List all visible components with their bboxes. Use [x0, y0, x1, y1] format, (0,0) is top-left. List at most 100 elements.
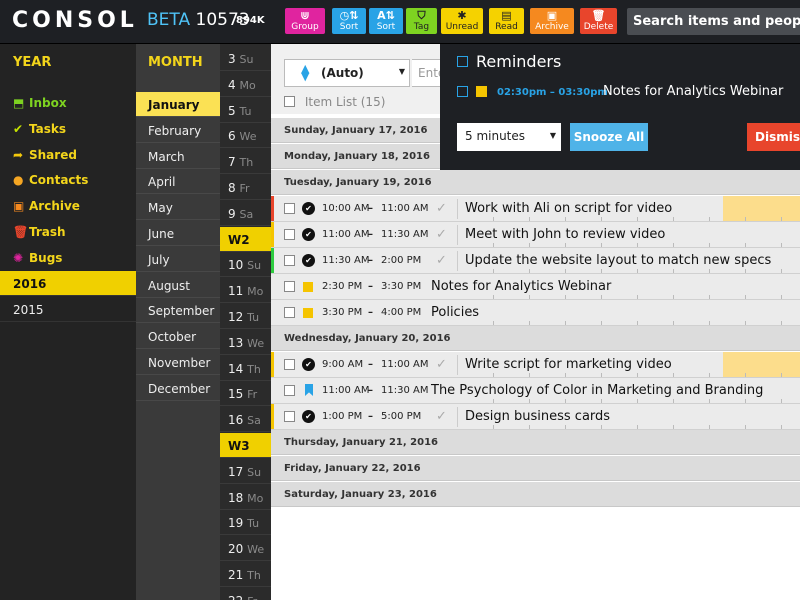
select-all-checkbox[interactable]	[284, 96, 295, 107]
item-checkbox[interactable]	[284, 385, 295, 396]
complete-icon[interactable]: ✓	[436, 357, 447, 372]
day-item[interactable]: 11 Mo	[220, 278, 271, 304]
toolbar-archive-button[interactable]: ▣ Archive	[530, 8, 574, 34]
list-item[interactable]: ✔ 11:30 AM –2:00 PM ✓ Update the website lay…	[271, 248, 800, 274]
sidebar-item-contacts[interactable]: ● Contacts	[0, 167, 136, 193]
end-time: 4:00 PM	[381, 307, 422, 318]
month-item-november[interactable]: November	[136, 350, 220, 375]
day-weekday: We	[247, 543, 265, 557]
search-input[interactable]: Search items and people...	[627, 8, 800, 35]
item-checkbox[interactable]	[284, 255, 295, 266]
sidebar-item-tasks[interactable]: ✔ Tasks	[0, 116, 136, 142]
day-item[interactable]: 20 We	[220, 536, 271, 562]
item-title[interactable]: The Psychology of Color in Marketing and…	[431, 383, 763, 398]
item-title[interactable]: Update the website layout to match new s…	[465, 253, 771, 268]
toolbar-tag-button[interactable]: ⛉ Tag	[406, 8, 437, 34]
reminder-item-checkbox[interactable]	[457, 86, 468, 97]
day-item[interactable]: 10 Su	[220, 252, 271, 278]
complete-icon[interactable]: ✓	[436, 409, 447, 424]
dismiss-button[interactable]: Dismiss	[747, 123, 800, 151]
toolbar-button-label: Delete	[583, 22, 614, 32]
toolbar-sort-button[interactable]: A⇅ Sort	[369, 8, 403, 34]
month-item-july[interactable]: July	[136, 247, 220, 272]
item-title[interactable]: Notes for Analytics Webinar	[431, 279, 611, 294]
item-checkbox[interactable]	[284, 229, 295, 240]
item-title[interactable]: Work with Ali on script for video	[465, 201, 672, 216]
list-item[interactable]: ✔ 10:00 AM –11:00 AM ✓ Work with Ali on scri…	[271, 196, 800, 222]
sidebar-item-bugs[interactable]: ✺ Bugs	[0, 245, 136, 271]
reminders-checkbox[interactable]	[457, 56, 468, 67]
day-item[interactable]: 13 We	[220, 330, 271, 355]
month-item-may[interactable]: May	[136, 195, 220, 221]
day-item[interactable]: 17 Su	[220, 459, 271, 484]
month-item-october[interactable]: October	[136, 324, 220, 350]
toolbar-unread-button[interactable]: ✱ Unread	[441, 8, 483, 34]
day-item[interactable]: 4 Mo	[220, 72, 271, 97]
item-checkbox[interactable]	[284, 307, 295, 318]
month-item-september[interactable]: September	[136, 298, 220, 324]
day-item[interactable]: 22 Fr	[220, 588, 271, 600]
week-label[interactable]: W2	[220, 226, 271, 252]
month-item-february[interactable]: February	[136, 118, 220, 143]
month-item-june[interactable]: June	[136, 221, 220, 246]
new-item-input[interactable]: Ente	[412, 59, 442, 87]
complete-icon[interactable]: ✓	[436, 227, 447, 242]
item-checkbox[interactable]	[284, 203, 295, 214]
item-title[interactable]: Design business cards	[465, 409, 610, 424]
day-item[interactable]: 8 Fr	[220, 175, 271, 200]
day-item[interactable]: 18 Mo	[220, 485, 271, 510]
month-item-january[interactable]: January	[136, 92, 220, 117]
day-item[interactable]: 16 Sa	[220, 407, 271, 433]
snooze-all-button[interactable]: Snooze All	[570, 123, 648, 151]
day-item[interactable]: 9 Sa	[220, 201, 271, 226]
list-item[interactable]: ✔ 1:00 PM –5:00 PM ✓ Design business cards	[271, 404, 800, 430]
day-item[interactable]: 5 Tu	[220, 98, 271, 123]
list-item[interactable]: 11:00 AM –11:30 AM The Psychology of Color…	[271, 378, 800, 404]
day-number: 5	[228, 103, 236, 118]
day-number: 9	[228, 206, 236, 221]
time-separator: –	[368, 385, 373, 396]
item-title[interactable]: Meet with John to review video	[465, 227, 665, 242]
month-item-august[interactable]: August	[136, 273, 220, 298]
month-item-april[interactable]: April	[136, 169, 220, 195]
year-item-2016[interactable]: 2016	[0, 271, 136, 296]
item-checkbox[interactable]	[284, 411, 295, 422]
reminder-title[interactable]: Notes for Analytics Webinar	[603, 84, 783, 99]
sidebar-item-shared[interactable]: ➦ Shared	[0, 142, 136, 168]
complete-icon[interactable]: ✓	[436, 201, 447, 216]
day-item[interactable]: 3 Su	[220, 46, 271, 71]
sidebar-item-inbox[interactable]: ⬒ Inbox	[0, 90, 136, 116]
list-item[interactable]: 3:30 PM –4:00 PM Policies	[271, 300, 800, 326]
toolbar-sort-button[interactable]: ◷⇅ Sort	[332, 8, 366, 34]
list-item[interactable]: 2:30 PM –3:30 PM Notes for Analytics Webin…	[271, 274, 800, 300]
sidebar-item-trash[interactable]: 🗑Trash	[0, 219, 136, 245]
day-item[interactable]: 15 Fr	[220, 381, 271, 407]
day-item[interactable]: 14 Th	[220, 356, 271, 381]
item-title[interactable]: Policies	[431, 305, 479, 320]
day-item[interactable]: 21 Th	[220, 562, 271, 587]
year-item-2015[interactable]: 2015	[0, 297, 136, 322]
item-checkbox[interactable]	[284, 359, 295, 370]
item-title[interactable]: Write script for marketing video	[465, 357, 672, 372]
toolbar-delete-button[interactable]: 🗑 Delete	[580, 8, 617, 34]
toolbar-read-button[interactable]: ▤ Read	[489, 8, 524, 34]
day-item[interactable]: 12 Tu	[220, 304, 271, 329]
month-item-december[interactable]: December	[136, 376, 220, 401]
day-weekday: Tu	[239, 104, 252, 118]
item-checkbox[interactable]	[284, 281, 295, 292]
day-item[interactable]: 19 Tu	[220, 510, 271, 536]
day-item[interactable]: 6 We	[220, 123, 271, 149]
list-item[interactable]: ✔ 11:00 AM –11:30 AM ✓ Meet with John to rev…	[271, 222, 800, 248]
snooze-duration-select[interactable]: 5 minutes ▼	[457, 123, 561, 151]
toolbar-button-label: Unread	[445, 22, 479, 32]
priority-bar	[271, 404, 274, 429]
day-item[interactable]: 7 Th	[220, 149, 271, 175]
complete-icon[interactable]: ✓	[436, 253, 447, 268]
view-mode-value: (Auto)	[321, 66, 364, 80]
sidebar-item-archive[interactable]: ▣ Archive	[0, 193, 136, 219]
week-label[interactable]: W3	[220, 433, 271, 458]
view-mode-select[interactable]: ▲ ▼ (Auto) ▼	[284, 59, 410, 87]
month-item-march[interactable]: March	[136, 144, 220, 169]
toolbar-group-button[interactable]: ⋓ Group	[285, 8, 325, 34]
list-item[interactable]: ✔ 9:00 AM –11:00 AM ✓ Write script for marke…	[271, 352, 800, 378]
